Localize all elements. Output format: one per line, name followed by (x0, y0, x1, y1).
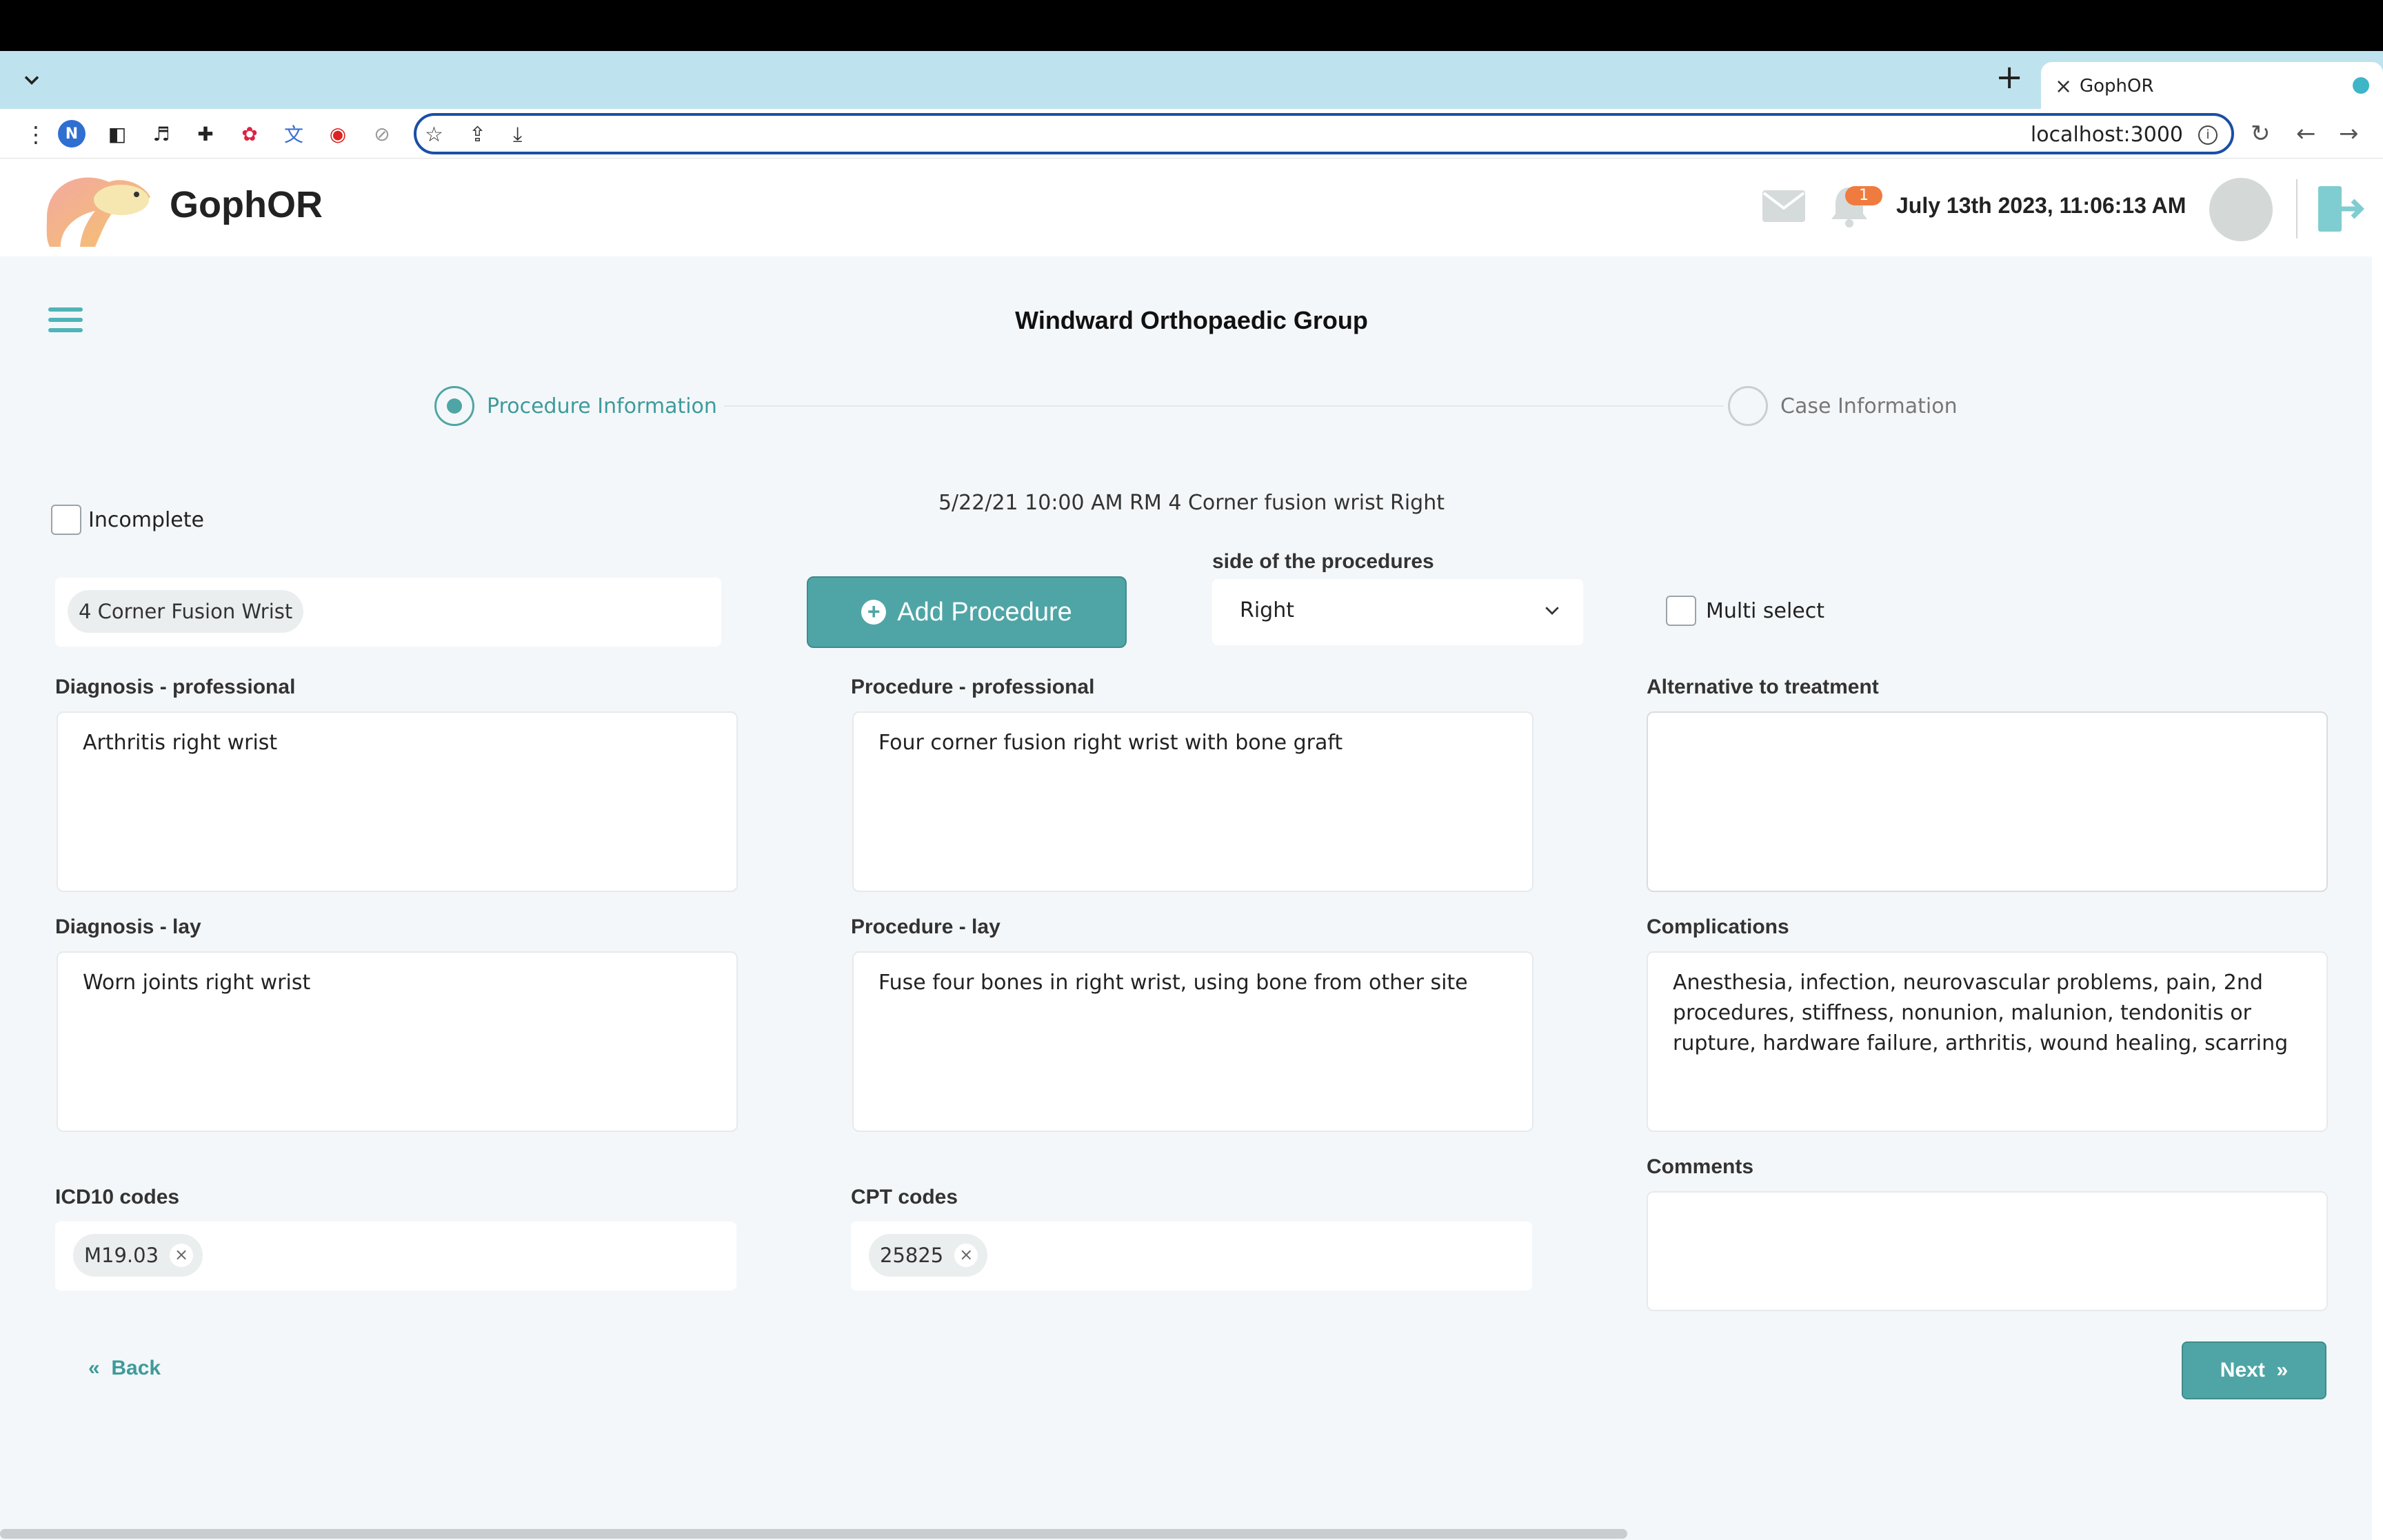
plus-circle-icon: + (861, 600, 887, 625)
profile-icon[interactable]: N (58, 120, 86, 148)
address-bar[interactable]: ☆ ⇪ ⤓ localhost:3000 i (414, 113, 2234, 154)
procedure-select[interactable]: 4 Corner Fusion Wrist (55, 578, 721, 647)
gopher-logo-icon[interactable] (40, 170, 157, 251)
blocker-icon[interactable]: ⊘ (368, 120, 396, 148)
new-tab-icon[interactable]: + (1995, 61, 2023, 94)
notification-badge: 1 (1845, 186, 1882, 205)
current-datetime: July 13th 2023, 11:06:13 AM (1896, 193, 2186, 218)
opera-icon[interactable]: ◉ (324, 120, 352, 148)
cpt-chip[interactable]: 25825 × (869, 1234, 988, 1277)
back-button[interactable]: « Back (88, 1357, 161, 1380)
back-label: Back (111, 1357, 161, 1379)
os-top-bar (0, 0, 2383, 51)
back-nav-icon[interactable]: ← (2296, 120, 2316, 148)
sidebar-icon[interactable]: ◧ (103, 120, 131, 148)
diagnosis-lay-label: Diagnosis - lay (55, 915, 201, 938)
side-select[interactable]: Right (1212, 579, 1583, 645)
logout-icon[interactable] (2318, 183, 2366, 234)
reload-icon[interactable]: ↻ (2251, 120, 2271, 148)
complications-label: Complications (1647, 915, 1789, 938)
horizontal-scrollbar[interactable] (0, 1529, 1627, 1539)
add-procedure-button[interactable]: + Add Procedure (807, 576, 1127, 648)
diagnosis-professional-field[interactable]: Arthritis right wrist (57, 711, 738, 892)
cpt-tag-input[interactable]: 25825 × (851, 1222, 1532, 1290)
close-tab-icon[interactable]: × (2055, 74, 2072, 99)
multi-select-label: Multi select (1706, 598, 1825, 623)
next-label: Next (2220, 1359, 2265, 1381)
multi-select-checkbox[interactable] (1666, 596, 1696, 626)
browser-tab[interactable]: × GophOR (2041, 62, 2383, 109)
install-icon[interactable]: ⤓ (513, 123, 522, 147)
site-info-icon[interactable]: i (2198, 125, 2218, 145)
page-right-edge (2372, 159, 2383, 1540)
url-text: localhost:3000 (2030, 123, 2183, 147)
share-icon[interactable]: ⇪ (469, 123, 486, 147)
avatar[interactable] (2209, 178, 2273, 241)
media-icon[interactable]: ♬ (148, 120, 175, 148)
next-button[interactable]: Next » (2182, 1341, 2326, 1399)
tab-search-chevron-icon[interactable] (19, 68, 44, 92)
stepper-line (724, 405, 1724, 407)
mail-icon[interactable] (1762, 190, 1805, 222)
side-label: side of the procedures (1212, 550, 1434, 573)
double-chevron-left-icon: « (88, 1357, 100, 1379)
double-chevron-right-icon: » (2276, 1359, 2289, 1381)
browser-menu-icon[interactable]: ⋮ (25, 121, 47, 148)
procedure-lay-label: Procedure - lay (851, 915, 1001, 938)
app-header: GophOR 1 July 13th 2023, 11:06:13 AM (0, 159, 2383, 256)
comments-label: Comments (1647, 1155, 1754, 1178)
icd10-code: M19.03 (84, 1244, 159, 1267)
step-procedure-information[interactable]: Procedure Information (434, 386, 717, 426)
alternative-treatment-label: Alternative to treatment (1647, 676, 1879, 698)
step-case-information[interactable]: Case Information (1728, 386, 1958, 426)
chevron-down-icon (1545, 607, 1559, 615)
alternative-treatment-field[interactable] (1647, 711, 2328, 892)
remove-chip-icon[interactable]: × (170, 1244, 194, 1267)
header-divider (2296, 179, 2297, 239)
side-value: Right (1240, 598, 1294, 622)
step-label: Case Information (1780, 394, 1958, 418)
forward-nav-icon[interactable]: → (2339, 120, 2359, 148)
tab-title: GophOR (2080, 76, 2154, 97)
page-title: Windward Orthopaedic Group (1015, 306, 1368, 334)
browser-tab-strip: + × GophOR (0, 51, 2383, 109)
procedure-professional-field[interactable]: Four corner fusion right wrist with bone… (852, 711, 1534, 892)
brand-name[interactable]: GophOR (170, 183, 323, 226)
icd10-label: ICD10 codes (55, 1186, 180, 1208)
cpt-code: 25825 (880, 1244, 944, 1267)
case-summary: 5/22/21 10:00 AM RM 4 Corner fusion wris… (938, 491, 1445, 515)
color-picker-icon[interactable]: ✿ (236, 120, 263, 148)
diagnosis-professional-label: Diagnosis - professional (55, 676, 296, 698)
icd10-chip[interactable]: M19.03 × (73, 1234, 203, 1277)
extensions-icon[interactable]: ✚ (192, 120, 219, 148)
favicon-icon (2353, 77, 2369, 94)
step-label: Procedure Information (487, 394, 717, 418)
diagnosis-lay-field[interactable]: Worn joints right wrist (57, 951, 738, 1132)
procedure-lay-field[interactable]: Fuse four bones in right wrist, using bo… (852, 951, 1534, 1132)
procedure-chip[interactable]: 4 Corner Fusion Wrist (68, 590, 304, 633)
remove-chip-icon[interactable]: × (954, 1244, 978, 1267)
comments-field[interactable] (1647, 1191, 2328, 1311)
translate-icon[interactable]: 文 (280, 120, 308, 148)
bookmark-star-icon[interactable]: ☆ (425, 123, 443, 147)
icd10-tag-input[interactable]: M19.03 × (55, 1222, 736, 1290)
step-inactive-icon (1728, 386, 1768, 426)
complications-field[interactable]: Anesthesia, infection, neurovascular pro… (1647, 951, 2328, 1132)
step-active-icon (434, 386, 474, 426)
multi-select-row[interactable]: Multi select (1666, 596, 1824, 626)
browser-toolbar: ⋮ N ◧ ♬ ✚ ✿ 文 ◉ ⊘ ☆ ⇪ ⤓ localhost:3000 i… (0, 109, 2383, 159)
cpt-label: CPT codes (851, 1186, 958, 1208)
procedure-professional-label: Procedure - professional (851, 676, 1095, 698)
add-procedure-label: Add Procedure (897, 597, 1072, 627)
